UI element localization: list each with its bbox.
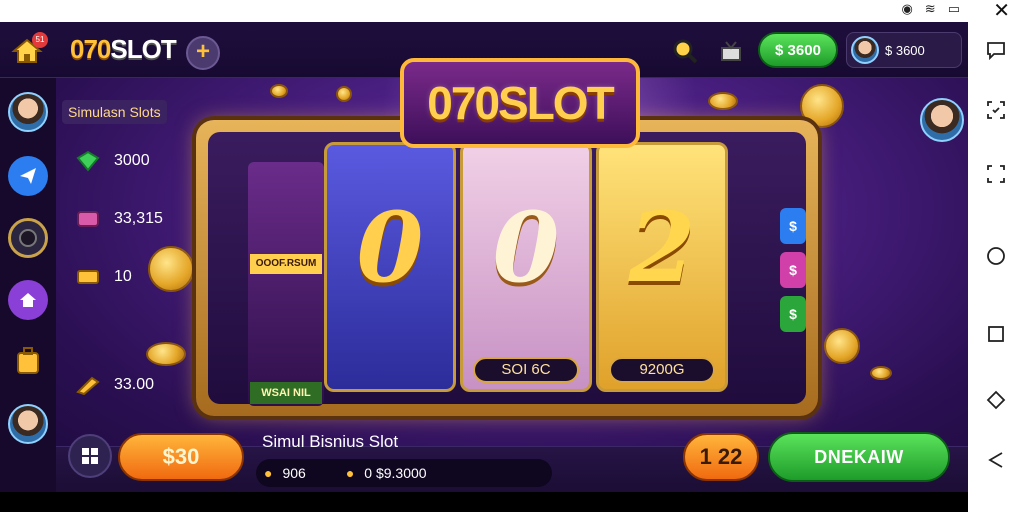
- coin-decoration: [336, 86, 352, 102]
- reel-2: 0 SOI 6C: [460, 142, 592, 392]
- bet-button[interactable]: 1 22: [683, 433, 759, 481]
- location-icon: ◉: [901, 2, 913, 17]
- status-bar: ◉ ≋ ▭: [0, 0, 968, 22]
- recent-apps-icon[interactable]: [982, 320, 1010, 348]
- game-logo: 070SLOT: [400, 58, 640, 148]
- profile-chip[interactable]: $ 3600: [846, 32, 962, 68]
- bet-value: 1 22: [699, 444, 743, 469]
- reel-symbol: 2: [628, 191, 696, 304]
- game-area: 51 070SLOT + $ 3600 $ 3600 Simulasn Slot…: [0, 22, 968, 492]
- player-avatar[interactable]: [8, 92, 48, 132]
- balance-value: $ 3600: [775, 41, 821, 59]
- side-panel: [248, 162, 324, 406]
- system-nav-bar: ✕: [968, 0, 1024, 512]
- green-gem-icon: [76, 150, 100, 172]
- status-icons: ◉ ≋ ▭: [901, 2, 960, 17]
- diamond-icon[interactable]: [982, 386, 1010, 414]
- spin-value: $30: [162, 444, 200, 469]
- paytable-button[interactable]: $: [780, 208, 806, 244]
- coin-decoration: [824, 328, 860, 364]
- reel-symbol: 0: [356, 191, 424, 304]
- paytable-button[interactable]: $: [780, 252, 806, 288]
- play-button[interactable]: DNEKAIW: [768, 432, 950, 482]
- info-row: 33.00: [74, 374, 154, 396]
- coin-stack-icon: ●: [264, 465, 273, 481]
- search-icon[interactable]: [670, 36, 700, 66]
- info-row: 33,315: [74, 208, 163, 230]
- coin-decoration: [708, 92, 738, 110]
- pink-gem-icon: [77, 211, 99, 227]
- info-value: 3000: [114, 152, 150, 169]
- side-panel-label: OOOF.RSUM: [250, 254, 322, 274]
- play-label: DNEKAIW: [814, 446, 904, 467]
- paytable-button[interactable]: $: [780, 296, 806, 332]
- chat-icon[interactable]: [982, 36, 1010, 64]
- reel-label: SOI 6C: [473, 357, 579, 383]
- info-value: 33,315: [114, 210, 163, 227]
- gold-ingot-icon: [76, 376, 100, 396]
- brand-logo: 070SLOT: [70, 34, 177, 65]
- coin-decoration: [270, 84, 288, 98]
- coin-decoration: [148, 246, 194, 292]
- bag-icon[interactable]: [8, 340, 48, 380]
- side-panel-footer: WSAI NIL: [250, 382, 322, 404]
- stats-bar: ● 906 ● 0 $9.3000: [256, 459, 552, 487]
- stat-value: 906: [282, 465, 306, 481]
- info-row: 3000: [74, 150, 150, 172]
- home-circle-icon[interactable]: [982, 242, 1010, 270]
- opponent-avatar[interactable]: [920, 98, 964, 142]
- friend-avatar[interactable]: [8, 404, 48, 444]
- reel-3: 2 9200G: [596, 142, 728, 392]
- reel-symbol: 0: [492, 191, 560, 304]
- house-icon[interactable]: [8, 280, 48, 320]
- game-logo-text: 070SLOT: [427, 77, 614, 129]
- info-value: 33.00: [114, 376, 155, 393]
- game-title: Simul Bisnius Slot: [262, 432, 399, 451]
- profile-balance: $ 3600: [885, 42, 925, 58]
- brand-prefix: 070: [70, 34, 111, 64]
- spin-button[interactable]: $30: [118, 433, 244, 481]
- resize-icon[interactable]: [982, 160, 1010, 188]
- add-button[interactable]: +: [186, 36, 220, 70]
- back-icon[interactable]: [982, 446, 1010, 474]
- coin-icon: ●: [345, 465, 355, 481]
- grid-icon: [82, 448, 98, 464]
- brand-suffix: SLOT: [110, 34, 176, 64]
- reel-1: 0: [324, 142, 456, 392]
- app-frame: ◉ ≋ ▭ ✕ 51 070SLOT + $ 3600 $ 3600 Simul…: [0, 0, 1024, 512]
- battery-icon: ▭: [947, 2, 960, 17]
- stat-value: 0 $9.3000: [364, 465, 427, 481]
- avatar: [851, 36, 879, 64]
- wifi-icon: ≋: [924, 2, 936, 17]
- menu-grid-button[interactable]: [68, 434, 112, 478]
- info-title: Simulasn Slots: [62, 100, 167, 124]
- left-sidebar: [0, 78, 56, 492]
- gift-icon[interactable]: [716, 36, 746, 66]
- coin-decoration: [870, 366, 892, 380]
- close-icon[interactable]: ✕: [993, 0, 1010, 22]
- gold-bar-icon: [77, 270, 99, 284]
- screenshot-icon[interactable]: [982, 96, 1010, 124]
- info-value: 10: [114, 268, 132, 285]
- send-icon[interactable]: [8, 156, 48, 196]
- notification-badge: 51: [32, 32, 48, 48]
- reel-label: 9200G: [609, 357, 715, 383]
- coin-decoration: [146, 342, 186, 366]
- info-row: 10: [74, 266, 132, 288]
- record-icon[interactable]: [8, 218, 48, 258]
- balance-button[interactable]: $ 3600: [758, 32, 838, 68]
